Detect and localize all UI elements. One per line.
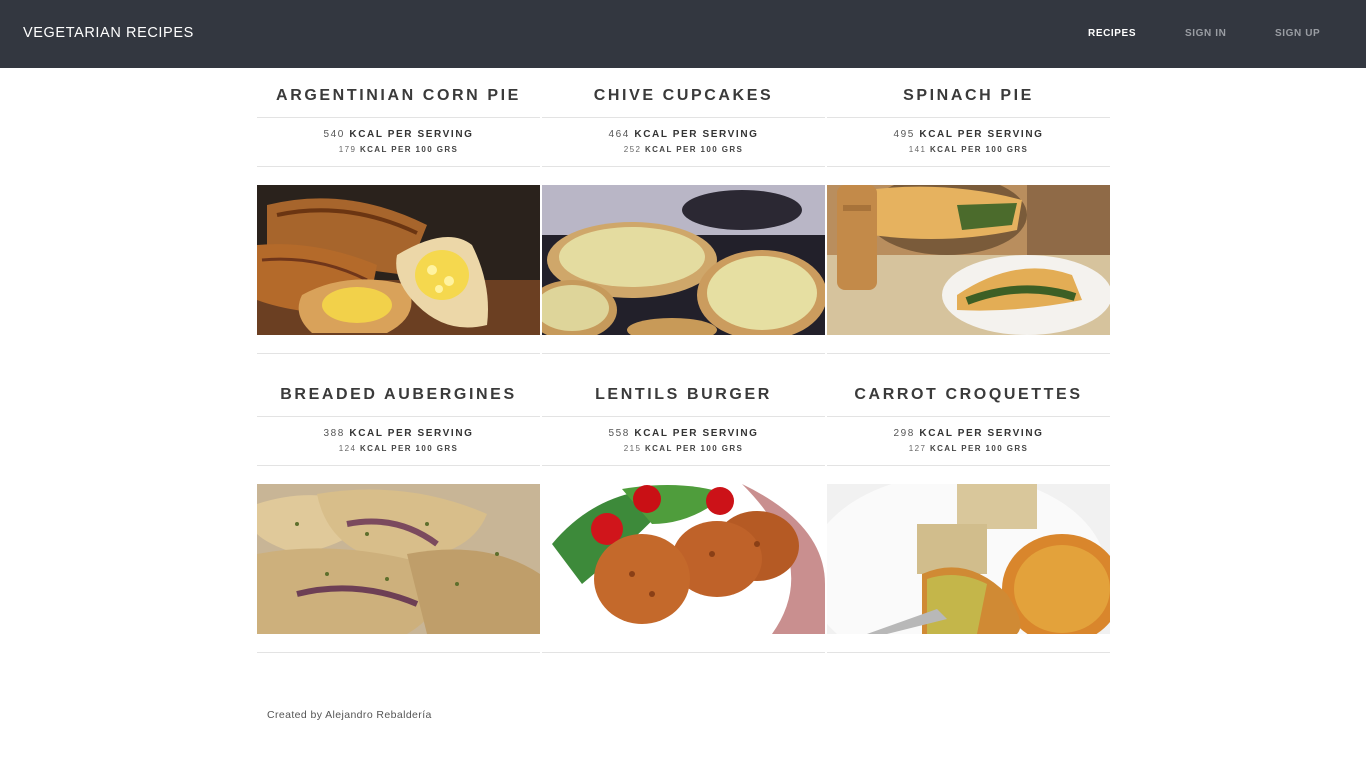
recipe-card[interactable]: CHIVE CUPCAKES 464 KCAL PER SERVING 252 … [542,68,825,367]
kcal-per-serving: 558 KCAL PER SERVING [542,428,825,439]
divider [827,652,1110,653]
kcal-100-value: 215 [623,444,642,453]
nav-sign-up-link[interactable]: SIGN UP [1275,28,1320,39]
divider [257,353,540,354]
kcal-per-100: 124 KCAL PER 100 GRS [257,444,540,453]
kcal-100-value: 127 [908,444,927,453]
kcal-serving-label: KCAL PER SERVING [634,428,759,439]
divider [827,465,1110,466]
divider [827,416,1110,417]
recipe-card[interactable]: ARGENTINIAN CORN PIE 540 KCAL PER SERVIN… [257,68,540,367]
recipe-photo[interactable] [827,185,1110,335]
kcal-serving-label: KCAL PER SERVING [919,428,1044,439]
kcal-per-serving: 298 KCAL PER SERVING [827,428,1110,439]
kcal-per-100: 215 KCAL PER 100 GRS [542,444,825,453]
recipe-photo[interactable] [257,484,540,634]
divider [542,652,825,653]
kcal-100-value: 124 [338,444,357,453]
kcal-serving-label: KCAL PER SERVING [349,129,474,140]
recipe-photo[interactable] [827,484,1110,634]
kcal-serving-label: KCAL PER SERVING [919,129,1044,140]
divider [257,166,540,167]
divider [827,166,1110,167]
recipe-photo[interactable] [542,484,825,634]
kcal-serving-value: 464 [608,129,630,140]
recipe-title[interactable]: CARROT CROQUETTES [827,386,1110,404]
recipe-title[interactable]: ARGENTINIAN CORN PIE [257,87,540,105]
kcal-100-label: KCAL PER 100 GRS [359,444,459,453]
recipe-photo[interactable] [257,185,540,335]
divider [542,465,825,466]
kcal-100-value: 179 [338,145,357,154]
divider [257,117,540,118]
kcal-serving-value: 540 [323,129,345,140]
divider [257,465,540,466]
kcal-serving-label: KCAL PER SERVING [349,428,474,439]
divider [542,166,825,167]
recipe-title[interactable]: LENTILS BURGER [542,386,825,404]
kcal-serving-value: 388 [323,428,345,439]
recipe-title[interactable]: CHIVE CUPCAKES [542,87,825,105]
kcal-serving-value: 298 [893,428,915,439]
recipe-row: ARGENTINIAN CORN PIE 540 KCAL PER SERVIN… [257,68,1110,367]
divider [257,416,540,417]
divider [257,652,540,653]
recipe-title[interactable]: SPINACH PIE [827,87,1110,105]
kcal-per-serving: 388 KCAL PER SERVING [257,428,540,439]
recipe-card[interactable]: SPINACH PIE 495 KCAL PER SERVING 141 KCA… [827,68,1110,367]
divider [542,117,825,118]
recipe-card[interactable]: CARROT CROQUETTES 298 KCAL PER SERVING 1… [827,367,1110,666]
kcal-100-label: KCAL PER 100 GRS [644,444,744,453]
navbar: VEGETARIAN RECIPES RECIPES SIGN IN SIGN … [0,0,1366,68]
recipe-card[interactable]: LENTILS BURGER 558 KCAL PER SERVING 215 … [542,367,825,666]
divider [827,353,1110,354]
brand-link[interactable]: VEGETARIAN RECIPES [23,25,194,41]
kcal-100-label: KCAL PER 100 GRS [929,444,1029,453]
footer-credit: Created by Alejandro Rebaldería [267,709,432,721]
recipe-title[interactable]: BREADED AUBERGINES [257,386,540,404]
kcal-per-serving: 464 KCAL PER SERVING [542,129,825,140]
kcal-per-100: 127 KCAL PER 100 GRS [827,444,1110,453]
recipe-grid: ARGENTINIAN CORN PIE 540 KCAL PER SERVIN… [257,68,1110,666]
divider [542,353,825,354]
divider [827,117,1110,118]
kcal-serving-value: 495 [893,129,915,140]
kcal-per-100: 252 KCAL PER 100 GRS [542,145,825,154]
kcal-100-value: 141 [908,145,927,154]
nav-sign-in-link[interactable]: SIGN IN [1185,28,1226,39]
recipe-photo[interactable] [542,185,825,335]
kcal-per-100: 141 KCAL PER 100 GRS [827,145,1110,154]
kcal-100-label: KCAL PER 100 GRS [929,145,1029,154]
kcal-100-value: 252 [623,145,642,154]
divider [542,416,825,417]
recipe-card[interactable]: BREADED AUBERGINES 388 KCAL PER SERVING … [257,367,540,666]
kcal-per-100: 179 KCAL PER 100 GRS [257,145,540,154]
kcal-per-serving: 495 KCAL PER SERVING [827,129,1110,140]
kcal-100-label: KCAL PER 100 GRS [644,145,744,154]
kcal-100-label: KCAL PER 100 GRS [359,145,459,154]
nav-recipes-link[interactable]: RECIPES [1088,28,1136,39]
kcal-per-serving: 540 KCAL PER SERVING [257,129,540,140]
kcal-serving-value: 558 [608,428,630,439]
recipe-row: BREADED AUBERGINES 388 KCAL PER SERVING … [257,367,1110,666]
kcal-serving-label: KCAL PER SERVING [634,129,759,140]
